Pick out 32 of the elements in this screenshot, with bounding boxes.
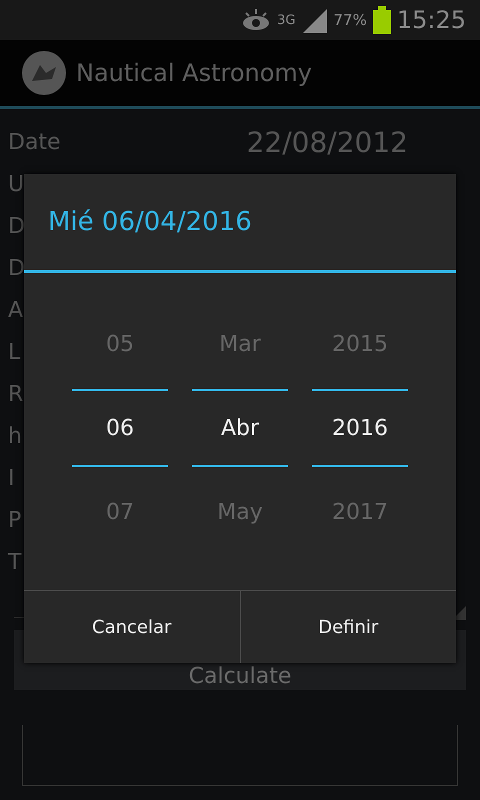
picker-value[interactable]: 07 [72, 467, 168, 557]
field-label: L [8, 340, 20, 364]
app-logo-icon [22, 51, 66, 95]
battery-percent: 77% [333, 11, 367, 29]
picker-value[interactable]: Abr [192, 389, 288, 467]
set-button[interactable]: Definir [240, 591, 456, 663]
app-title: Nautical Astronomy [76, 59, 312, 87]
field-label: Date [8, 130, 61, 154]
field-label: U [8, 172, 24, 196]
picker-value[interactable]: 06 [72, 389, 168, 467]
field-label: D [8, 214, 25, 238]
picker-value[interactable]: 05 [72, 299, 168, 389]
battery-icon [372, 6, 391, 34]
picker-value[interactable]: 2017 [312, 467, 408, 557]
field-label: T [8, 550, 22, 574]
picker-value[interactable]: May [192, 467, 288, 557]
picker-value[interactable]: 2015 [312, 299, 408, 389]
cancel-button[interactable]: Cancelar [24, 591, 240, 663]
field-label: h [8, 424, 22, 448]
clock-time: 15:25 [396, 6, 466, 34]
field-label: D [8, 256, 25, 280]
network-type: 3G [277, 12, 296, 28]
field-label: P [8, 508, 22, 532]
field-label: I [8, 466, 14, 490]
dialog-title: Mié 06/04/2016 [48, 207, 252, 237]
picker-value[interactable]: Mar [192, 299, 288, 389]
picker-value[interactable]: 2016 [312, 389, 408, 467]
date-value[interactable]: 22/08/2012 [246, 126, 408, 158]
field-label: R [8, 382, 24, 406]
signal-icon [301, 7, 328, 33]
field-label: A [8, 298, 24, 322]
eye-icon [241, 8, 272, 32]
